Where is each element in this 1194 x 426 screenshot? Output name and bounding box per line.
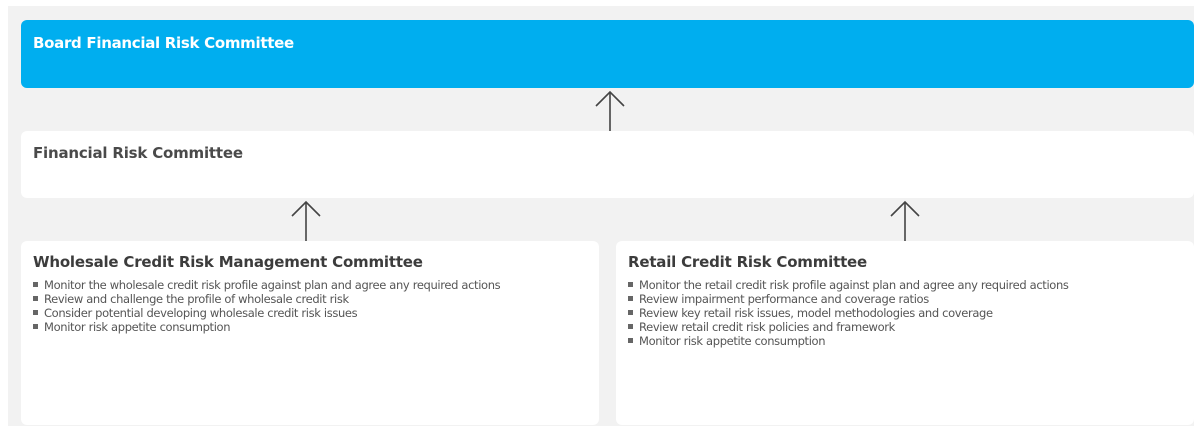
financial-risk-committee-box: Financial Risk Committee <box>21 131 1194 198</box>
bullet-icon <box>628 310 633 315</box>
wholesale-responsibilities-list: Monitor the wholesale credit risk profil… <box>33 278 501 334</box>
list-item-text: Review impairment performance and covera… <box>639 292 929 306</box>
bullet-icon <box>628 282 633 287</box>
list-item-text: Review retail credit risk policies and f… <box>639 320 895 334</box>
bullet-icon <box>628 296 633 301</box>
financial-risk-committee-title: Financial Risk Committee <box>33 144 243 162</box>
bullet-icon <box>628 338 633 343</box>
list-item: Consider potential developing wholesale … <box>33 306 500 320</box>
list-item: Monitor the wholesale credit risk profil… <box>33 278 501 292</box>
list-item: Review retail credit risk policies and f… <box>628 320 1069 334</box>
retail-committee-title: Retail Credit Risk Committee <box>628 253 867 271</box>
list-item: Review impairment performance and covera… <box>628 292 1069 306</box>
list-item-text: Monitor risk appetite consumption <box>639 334 826 348</box>
bullet-icon <box>33 282 38 287</box>
bullet-icon <box>33 296 38 301</box>
arrow-up-icon <box>595 90 625 131</box>
list-item-text: Monitor the retail credit risk profile a… <box>639 278 1069 292</box>
board-financial-risk-committee-box: Board Financial Risk Committee <box>21 20 1194 88</box>
arrow-up-icon <box>890 200 920 241</box>
bullet-icon <box>33 324 38 329</box>
bullet-icon <box>628 324 633 329</box>
list-item-text: Monitor the wholesale credit risk profil… <box>44 278 501 292</box>
bullet-icon <box>33 310 38 315</box>
arrow-up-icon <box>291 200 321 241</box>
list-item-text: Consider potential developing wholesale … <box>44 306 358 320</box>
wholesale-committee-title: Wholesale Credit Risk Management Committ… <box>33 253 423 271</box>
list-item-text: Review and challenge the profile of whol… <box>44 292 349 306</box>
list-item: Review and challenge the profile of whol… <box>33 292 500 306</box>
list-item: Review key retail risk issues, model met… <box>628 306 1069 320</box>
list-item: Monitor risk appetite consumption <box>628 334 1069 348</box>
board-financial-risk-committee-title: Board Financial Risk Committee <box>33 34 294 52</box>
list-item: Monitor the retail credit risk profile a… <box>628 278 1069 292</box>
list-item: Monitor risk appetite consumption <box>33 320 500 334</box>
list-item-text: Review key retail risk issues, model met… <box>639 306 993 320</box>
retail-credit-risk-committee-box: Retail Credit Risk Committee Monitor the… <box>616 241 1194 425</box>
retail-responsibilities-list: Monitor the retail credit risk profile a… <box>628 278 1069 348</box>
list-item-text: Monitor risk appetite consumption <box>44 320 231 334</box>
wholesale-credit-risk-committee-box: Wholesale Credit Risk Management Committ… <box>21 241 599 425</box>
